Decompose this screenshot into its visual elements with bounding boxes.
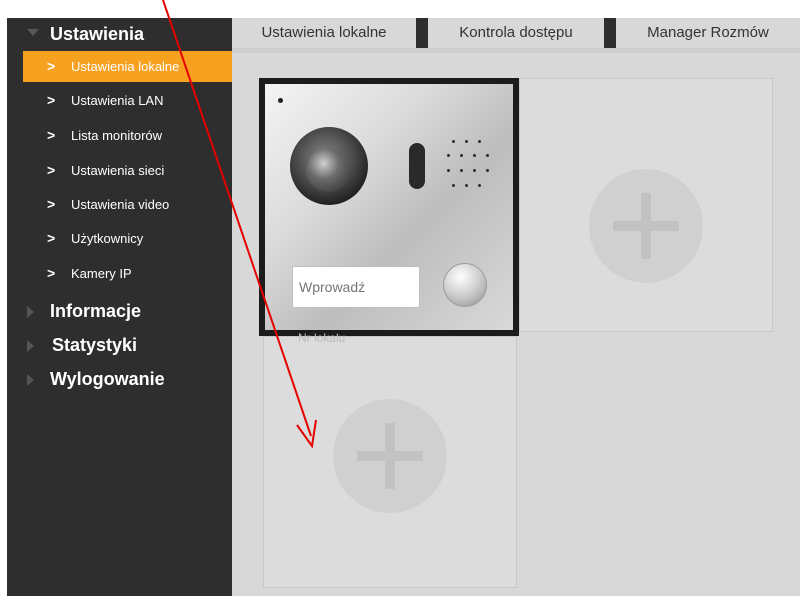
tab-ustawienia-lokalne[interactable]: Ustawienia lokalne bbox=[232, 18, 416, 48]
sidebar-group-label: Ustawienia bbox=[50, 24, 145, 44]
sidebar-group-label: Informacje bbox=[50, 301, 142, 321]
add-panel-tile[interactable] bbox=[519, 78, 773, 332]
tab-separator bbox=[416, 18, 428, 48]
add-panel-tile[interactable] bbox=[263, 336, 517, 588]
chevron-right-icon: > bbox=[47, 162, 56, 178]
sidebar: Ustawienia > Ustawienia lokalne > Ustawi… bbox=[7, 18, 232, 596]
sidebar-group-informacje[interactable]: Informacje bbox=[7, 299, 232, 325]
flat-number-label: Nr lokalu bbox=[298, 331, 346, 345]
chevron-right-icon: > bbox=[47, 230, 56, 246]
ir-sensor bbox=[409, 143, 425, 189]
sidebar-item-label: Ustawienia sieci bbox=[71, 163, 165, 178]
triangle-right-icon bbox=[27, 374, 34, 386]
chevron-right-icon: > bbox=[47, 58, 56, 74]
sidebar-group-label: Wylogowanie bbox=[50, 369, 165, 389]
plus-icon bbox=[589, 169, 703, 283]
sidebar-group-statystyki[interactable]: Statystyki bbox=[7, 333, 232, 359]
triangle-down-icon bbox=[27, 29, 39, 36]
chevron-right-icon: > bbox=[47, 92, 56, 108]
sidebar-group-wylogowanie[interactable]: Wylogowanie bbox=[7, 367, 232, 393]
chevron-right-icon: > bbox=[47, 127, 56, 143]
chevron-right-icon: > bbox=[47, 196, 56, 212]
sidebar-group-ustawienia[interactable]: Ustawienia bbox=[7, 22, 232, 48]
led-indicator bbox=[278, 98, 283, 103]
sidebar-item-label: Użytkownicy bbox=[71, 231, 144, 246]
plus-icon bbox=[333, 399, 447, 513]
sidebar-item-kamery-ip[interactable]: > Kamery IP bbox=[23, 258, 232, 289]
triangle-right-icon bbox=[27, 306, 34, 318]
sidebar-item-label: Kamery IP bbox=[71, 266, 132, 281]
tab-manager-rozmow[interactable]: Manager Rozmów bbox=[616, 18, 800, 48]
call-button[interactable] bbox=[443, 263, 487, 307]
sidebar-item-ustawienia-sieci[interactable]: > Ustawienia sieci bbox=[23, 155, 232, 186]
sidebar-item-label: Lista monitorów bbox=[71, 128, 163, 143]
sidebar-item-ustawienia-lokalne[interactable]: > Ustawienia lokalne bbox=[23, 51, 232, 82]
sidebar-item-ustawienia-video[interactable]: > Ustawienia video bbox=[23, 189, 232, 220]
sidebar-item-uzytkownicy[interactable]: > Użytkownicy bbox=[23, 223, 232, 254]
sidebar-item-lista-monitorow[interactable]: > Lista monitorów bbox=[23, 120, 232, 151]
triangle-right-icon bbox=[27, 340, 34, 352]
sidebar-item-label: Ustawienia LAN bbox=[71, 93, 164, 108]
sidebar-item-ustawienia-lan[interactable]: > Ustawienia LAN bbox=[23, 85, 232, 116]
sidebar-item-label: Ustawienia lokalne bbox=[71, 59, 180, 74]
flat-number-input[interactable] bbox=[292, 266, 420, 308]
tabs-divider bbox=[232, 48, 800, 53]
chevron-right-icon: > bbox=[47, 265, 56, 281]
tab-separator bbox=[604, 18, 616, 48]
tab-kontrola-dostepu[interactable]: Kontrola dostępu bbox=[428, 18, 604, 48]
camera-lens bbox=[306, 148, 350, 192]
sidebar-group-label: Statystyki bbox=[52, 335, 138, 355]
speaker-grille-icon bbox=[447, 136, 491, 198]
sidebar-item-label: Ustawienia video bbox=[71, 197, 170, 212]
